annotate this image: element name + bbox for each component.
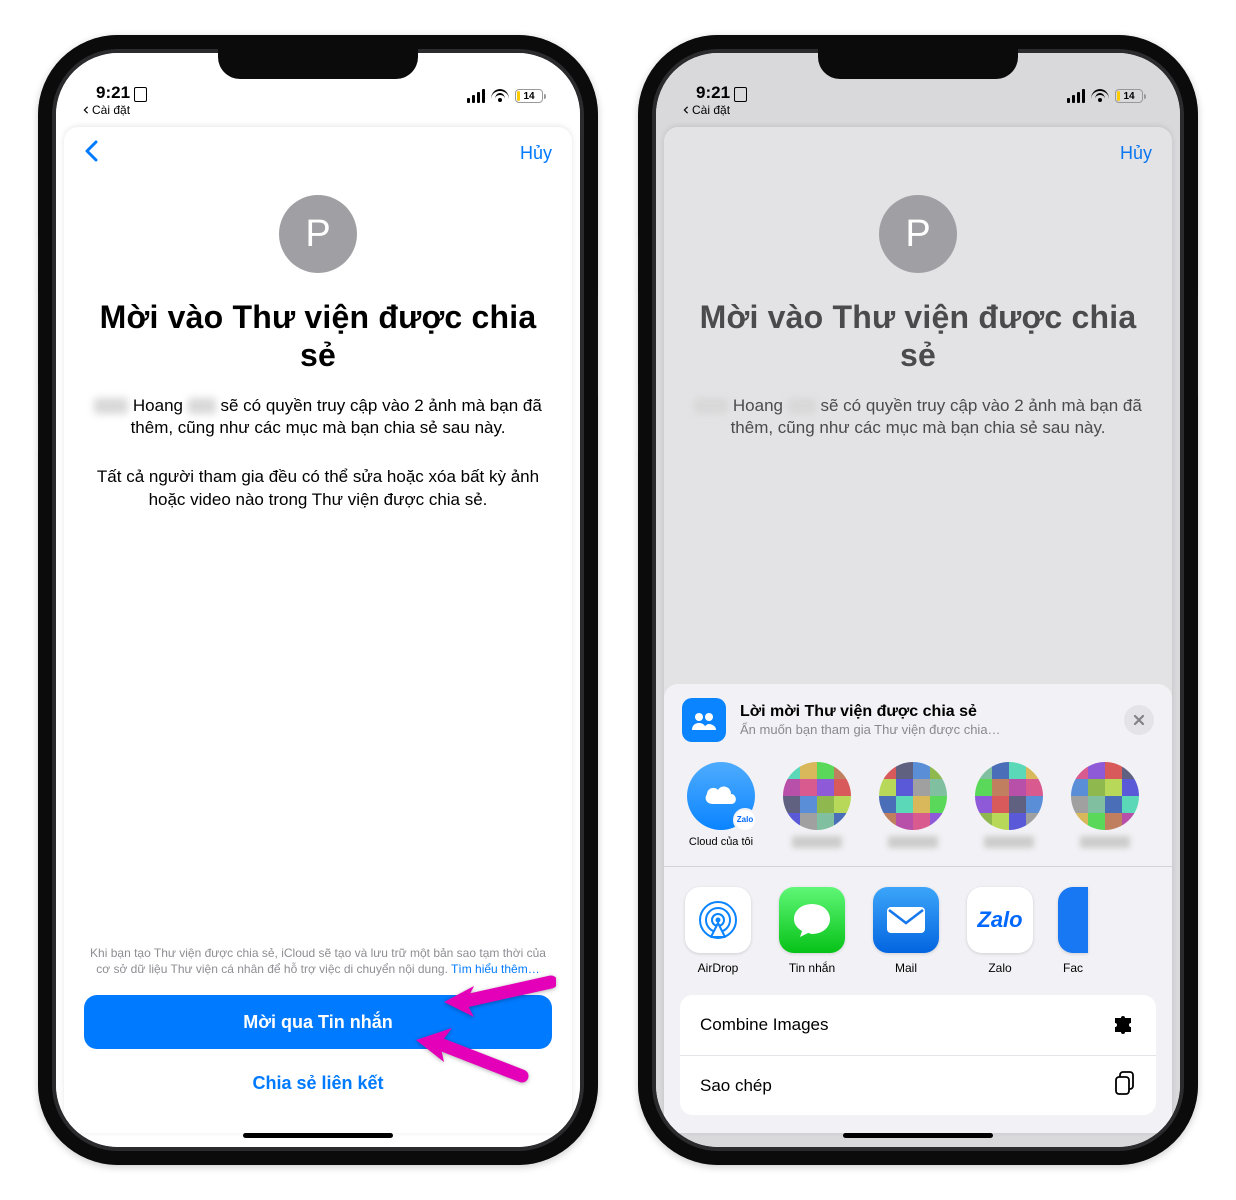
contact-label xyxy=(984,836,1034,848)
avatar: P xyxy=(279,195,357,273)
share-title: Lời mời Thư viện được chia sẻ xyxy=(740,703,1110,721)
share-app-facebook[interactable]: Fac xyxy=(1058,887,1088,975)
phone-right: 9:21 14 Cài đặt Hủy P Mời vào Thư viện đ… xyxy=(638,35,1198,1165)
share-contact[interactable]: Zalo Cloud của tôi xyxy=(682,762,760,848)
status-time: 9:21 xyxy=(96,83,130,103)
fine-print: Khi bạn tạo Thư viện được chia sẻ, iClou… xyxy=(84,945,552,977)
learn-more-link[interactable]: Tìm hiểu thêm… xyxy=(451,962,540,976)
status-bar: 9:21 14 xyxy=(656,53,1180,103)
zalo-icon: Zalo xyxy=(967,887,1033,953)
contact-badge: Zalo xyxy=(733,808,757,832)
share-subtitle: Ẩn muốn bạn tham gia Thư viện được chia… xyxy=(740,722,1110,737)
battery-icon: 14 xyxy=(515,89,546,103)
share-link-button[interactable]: Chia sẻ liên kết xyxy=(84,1059,552,1107)
contact-label: Cloud của tôi xyxy=(689,836,753,848)
status-bar: 9:21 14 xyxy=(56,53,580,103)
action-label: Sao chép xyxy=(700,1076,772,1096)
app-label: Tin nhắn xyxy=(789,961,835,975)
share-app-zalo[interactable]: Zalo Zalo xyxy=(964,887,1036,975)
back-button[interactable] xyxy=(84,138,100,169)
description-2: Tất cả người tham gia đều có thể sửa hoặ… xyxy=(88,466,548,512)
app-label: AirDrop xyxy=(698,961,739,975)
mail-icon xyxy=(873,887,939,953)
app-label: Mail xyxy=(895,961,917,975)
contact-label xyxy=(888,836,938,848)
share-app-icon xyxy=(682,698,726,742)
phone-left: 9:21 14 Cài đặt Hủy P Mời vào Thư viện đ… xyxy=(38,35,598,1165)
share-contact[interactable] xyxy=(970,762,1048,848)
share-contact[interactable] xyxy=(1066,762,1144,848)
action-label: Combine Images xyxy=(700,1015,829,1035)
cellular-icon xyxy=(467,89,485,103)
puzzle-icon xyxy=(1112,1012,1136,1039)
share-close-button[interactable] xyxy=(1124,705,1154,735)
facebook-icon xyxy=(1058,887,1088,953)
description-1: Hoang sẽ có quyền truy cập vào 2 ảnh mà … xyxy=(88,395,548,441)
share-contact[interactable] xyxy=(778,762,856,848)
share-contact[interactable] xyxy=(874,762,952,848)
share-app-messages[interactable]: Tin nhắn xyxy=(776,887,848,975)
copy-icon xyxy=(1114,1070,1136,1101)
airdrop-icon xyxy=(685,887,751,953)
cancel-button[interactable]: Hủy xyxy=(520,143,552,164)
messages-icon xyxy=(779,887,845,953)
share-app-airdrop[interactable]: AirDrop xyxy=(682,887,754,975)
contact-label xyxy=(1080,836,1130,848)
invite-messages-button[interactable]: Mời qua Tin nhắn xyxy=(84,995,552,1049)
wifi-icon xyxy=(491,89,509,103)
share-sheet: Lời mời Thư viện được chia sẻ Ẩn muốn bạ… xyxy=(664,684,1172,1133)
share-app-mail[interactable]: Mail xyxy=(870,887,942,975)
home-indicator[interactable] xyxy=(843,1133,993,1138)
app-label: Fac xyxy=(1063,961,1083,975)
sim-icon xyxy=(134,87,147,102)
action-copy[interactable]: Sao chép xyxy=(680,1055,1156,1115)
action-puzzle[interactable]: Combine Images xyxy=(680,995,1156,1055)
contact-label xyxy=(792,836,842,848)
app-label: Zalo xyxy=(988,961,1011,975)
home-indicator[interactable] xyxy=(243,1133,393,1138)
page-title: Mời vào Thư viện được chia sẻ xyxy=(88,299,548,375)
